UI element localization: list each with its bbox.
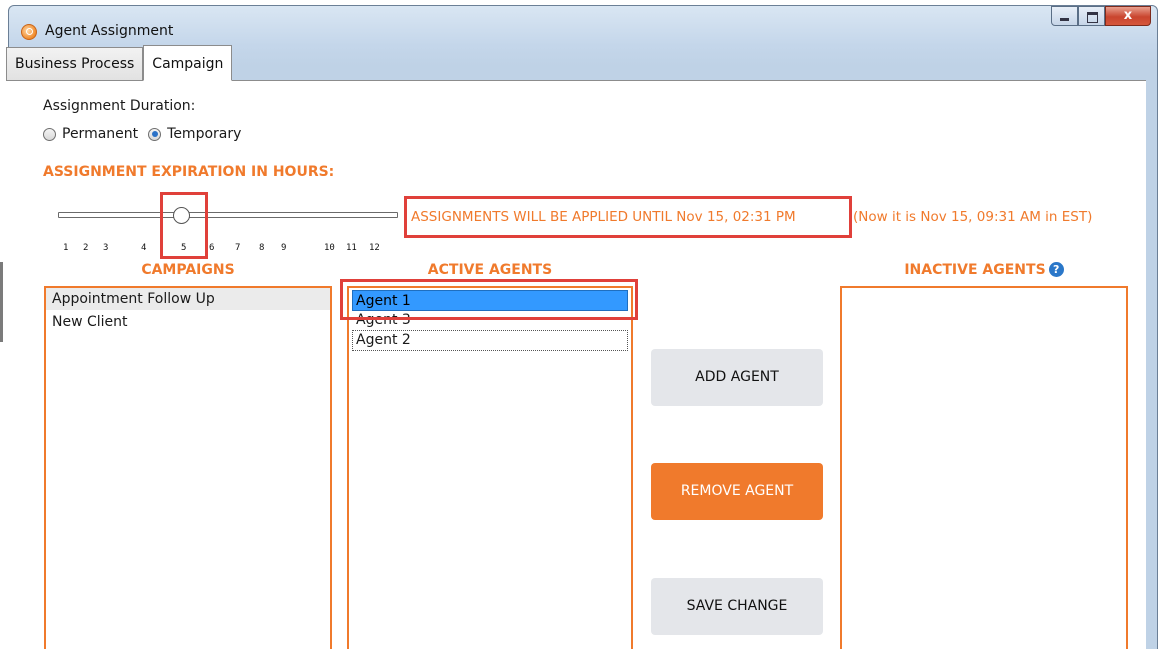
tick-label: 1 xyxy=(63,243,69,253)
inactive-agents-heading-text: INACTIVE AGENTS xyxy=(904,262,1046,278)
temporary-radio[interactable] xyxy=(148,127,162,141)
tick-label: 4 xyxy=(141,243,147,253)
list-item[interactable]: Agent 2 xyxy=(352,330,628,351)
until-highlight-box xyxy=(404,196,852,238)
list-item[interactable]: New Client xyxy=(46,312,330,332)
help-icon[interactable]: ? xyxy=(1048,262,1064,277)
app-search-icon xyxy=(21,24,37,40)
tab-business-process[interactable]: Business Process xyxy=(6,47,144,81)
agent-highlight-box xyxy=(340,279,638,320)
active-agents-list[interactable]: Agent 1 Agent 3 Agent 2 xyxy=(347,286,633,649)
permanent-radio-label[interactable]: Permanent xyxy=(62,126,138,142)
tick-label: 10 xyxy=(324,243,335,253)
maximize-icon[interactable] xyxy=(1078,6,1105,26)
tick-label: 8 xyxy=(259,243,265,253)
window-controls: x xyxy=(1051,6,1151,28)
minimize-icon[interactable] xyxy=(1051,6,1078,26)
background-edge xyxy=(0,262,3,342)
campaigns-list[interactable]: Appointment Follow Up New Client xyxy=(44,286,332,649)
tick-label: 3 xyxy=(103,243,109,253)
campaigns-heading: CAMPAIGNS xyxy=(141,262,235,278)
list-item[interactable]: Appointment Follow Up xyxy=(46,288,330,310)
close-icon[interactable]: x xyxy=(1105,6,1151,26)
tick-label: 6 xyxy=(209,243,215,253)
tick-label: 7 xyxy=(235,243,241,253)
assignment-duration-label: Assignment Duration: xyxy=(43,98,196,114)
tick-label: 12 xyxy=(369,243,380,253)
title-bar[interactable]: Agent Assignment x xyxy=(9,6,1157,46)
current-time-text: (Now it is Nov 15, 09:31 AM in EST) xyxy=(853,209,1093,225)
tab-strip: Business Process Campaign xyxy=(6,45,233,81)
inactive-agents-heading: INACTIVE AGENTS? xyxy=(840,262,1128,278)
active-agents-heading: ACTIVE AGENTS xyxy=(427,262,553,278)
permanent-radio[interactable] xyxy=(43,127,56,141)
tick-label: 9 xyxy=(281,243,287,253)
temporary-radio-label[interactable]: Temporary xyxy=(167,126,241,142)
add-agent-button[interactable]: ADD AGENT xyxy=(651,349,823,406)
tick-label: 2 xyxy=(83,243,89,253)
inactive-agents-list[interactable] xyxy=(840,286,1128,649)
window-title: Agent Assignment xyxy=(45,23,174,39)
tab-campaign[interactable]: Campaign xyxy=(143,45,233,81)
expiration-heading: ASSIGNMENT EXPIRATION IN HOURS: xyxy=(43,164,335,180)
tick-label: 11 xyxy=(346,243,357,253)
duration-radio-group: Permanent Temporary xyxy=(43,126,251,142)
remove-agent-button[interactable]: REMOVE AGENT xyxy=(651,463,823,520)
save-change-button[interactable]: SAVE CHANGE xyxy=(651,578,823,635)
slider-highlight-box xyxy=(160,192,208,259)
expiration-slider-track[interactable] xyxy=(58,212,398,218)
